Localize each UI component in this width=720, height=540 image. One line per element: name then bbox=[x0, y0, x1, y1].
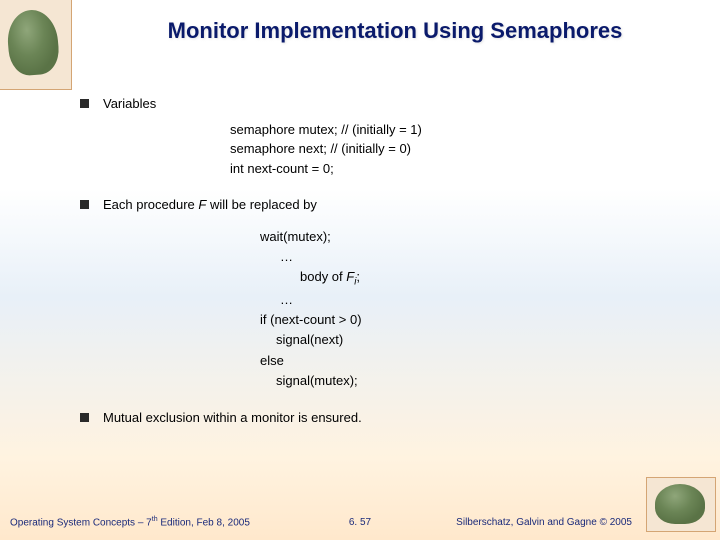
code-line: … bbox=[280, 290, 690, 310]
bullet-text: Each procedure F will be replaced by bbox=[103, 196, 690, 215]
text-fragment: ; bbox=[356, 269, 360, 284]
copyright-icon: © bbox=[600, 517, 607, 528]
bullet-item: Variables bbox=[80, 95, 690, 114]
bullet-item: Each procedure F will be replaced by bbox=[80, 196, 690, 215]
footer-page-number: 6. 57 bbox=[349, 517, 371, 528]
text-fragment: Each procedure bbox=[103, 197, 198, 212]
slide-title: Monitor Implementation Using Semaphores bbox=[80, 18, 710, 44]
square-bullet-icon bbox=[80, 200, 89, 209]
code-line: semaphore mutex; // (initially = 1) bbox=[230, 120, 690, 140]
text-fragment: 2005 bbox=[607, 517, 632, 528]
footer-left: Operating System Concepts – 7th Edition,… bbox=[10, 516, 250, 528]
bullet-item: Mutual exclusion within a monitor is ens… bbox=[80, 409, 690, 428]
dinosaur-corner-image-top bbox=[0, 0, 72, 90]
footer-copyright: Silberschatz, Galvin and Gagne © 2005 bbox=[456, 517, 632, 528]
text-fragment: Operating System Concepts – 7 bbox=[10, 517, 152, 528]
code-line: signal(mutex); bbox=[276, 371, 690, 391]
text-fragment: body of bbox=[300, 269, 346, 284]
bullet-text: Variables bbox=[103, 95, 690, 114]
code-line: wait(mutex); bbox=[260, 227, 690, 247]
slide-content: Variables semaphore mutex; // (initially… bbox=[80, 95, 690, 434]
code-block-variables: semaphore mutex; // (initially = 1) sema… bbox=[230, 120, 690, 179]
text-fragment: Edition, Feb 8, 2005 bbox=[158, 517, 250, 528]
code-line: if (next-count > 0) bbox=[260, 310, 690, 330]
code-line: body of Fi; bbox=[300, 267, 690, 290]
code-line: else bbox=[260, 351, 690, 371]
code-line: … bbox=[280, 247, 690, 267]
bullet-text: Mutual exclusion within a monitor is ens… bbox=[103, 409, 690, 428]
text-fragment: Silberschatz, Galvin and Gagne bbox=[456, 517, 599, 528]
slide-footer: Operating System Concepts – 7th Edition,… bbox=[0, 516, 720, 528]
code-line: signal(next) bbox=[276, 330, 690, 350]
square-bullet-icon bbox=[80, 413, 89, 422]
code-line: int next-count = 0; bbox=[230, 159, 690, 179]
dinosaur-corner-image-bottom bbox=[646, 477, 716, 532]
code-block-procedure: wait(mutex); … body of Fi; … if (next-co… bbox=[260, 227, 690, 391]
text-fragment: will be replaced by bbox=[206, 197, 317, 212]
square-bullet-icon bbox=[80, 99, 89, 108]
code-line: semaphore next; // (initially = 0) bbox=[230, 139, 690, 159]
